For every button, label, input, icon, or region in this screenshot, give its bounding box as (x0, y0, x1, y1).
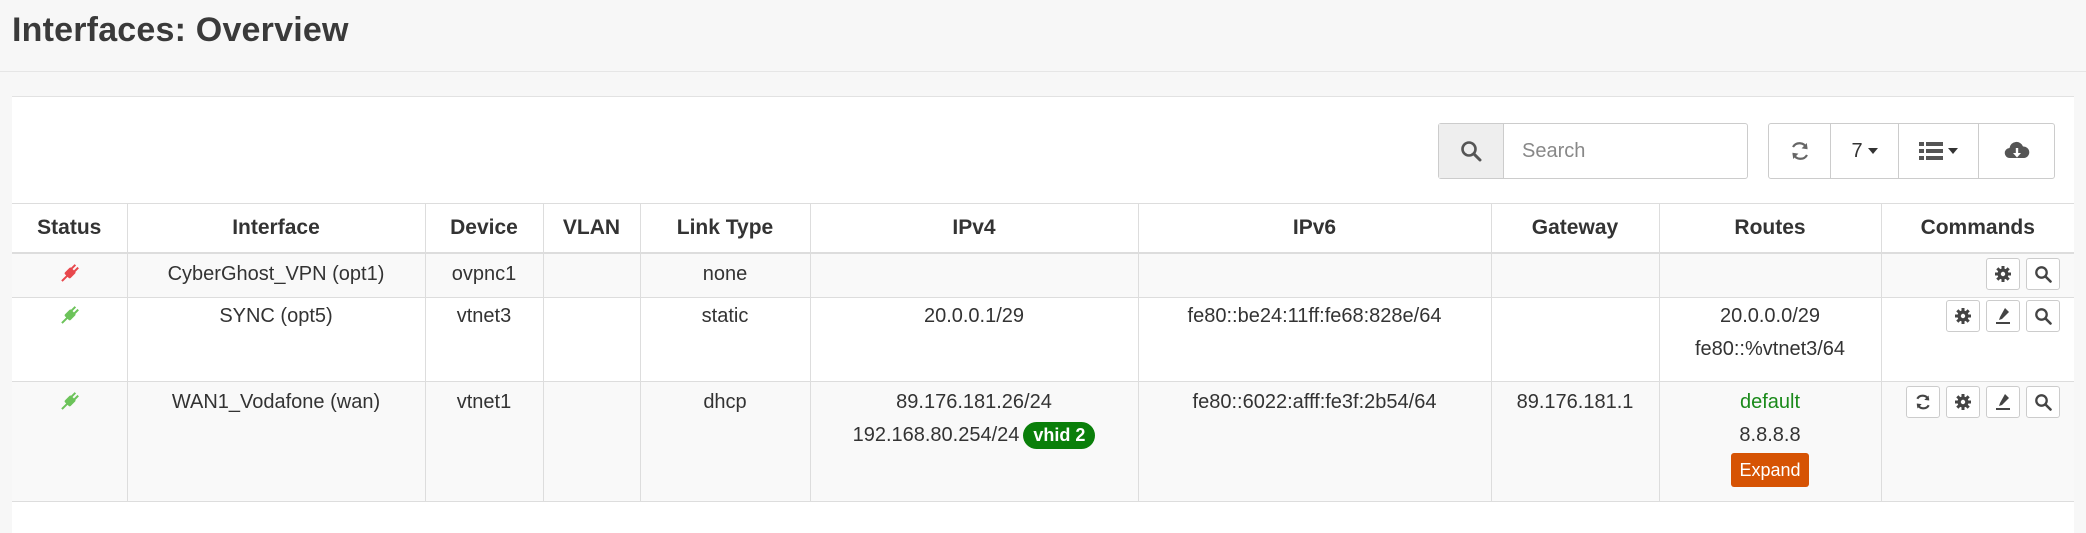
table-header-row: Status Interface Device VLAN Link Type I… (12, 203, 2074, 254)
page-title: Interfaces: Overview (12, 11, 349, 49)
column-header-vlan[interactable]: VLAN (543, 203, 641, 254)
ipv4-secondary-address: 192.168.80.254/24 (852, 424, 1020, 446)
gateway-cell (1491, 253, 1660, 298)
search-icon (2035, 266, 2052, 283)
vhid-badge: vhid 2 (1023, 422, 1096, 450)
link-type-cell: static (640, 297, 811, 382)
expand-routes-button[interactable]: Expand (1731, 453, 1809, 487)
reload-button[interactable] (1906, 386, 1940, 418)
column-header-commands[interactable]: Commands (1881, 203, 2074, 254)
table-row[interactable]: WAN1_Vodafone (wan) vtnet1 dhcp 89.176.1… (12, 381, 2074, 502)
interfaces-panel: 7 (12, 96, 2074, 533)
refresh-icon (1916, 394, 1930, 410)
settings-button[interactable] (1946, 300, 1980, 332)
details-button[interactable] (2026, 258, 2060, 290)
cloud-download-icon (2004, 141, 2029, 159)
route-entry: 20.0.0.0/29 (1719, 305, 1821, 327)
link-type-cell: none (640, 253, 811, 298)
eraser-icon (1996, 308, 2010, 324)
column-header-ipv6[interactable]: IPv6 (1138, 203, 1492, 254)
gateway-cell: 89.176.181.1 (1491, 381, 1660, 502)
export-button[interactable] (1979, 124, 2054, 178)
device-cell: vtnet3 (425, 297, 544, 382)
commands-cell (1881, 381, 2074, 502)
column-header-ipv4[interactable]: IPv4 (810, 203, 1139, 254)
list-icon (1919, 142, 1943, 160)
ipv6-cell (1138, 253, 1492, 298)
vlan-cell (543, 381, 641, 502)
columns-dropdown[interactable] (1899, 124, 1979, 178)
device-cell: vtnet1 (425, 381, 544, 502)
gear-icon (1955, 394, 1971, 410)
column-header-routes[interactable]: Routes (1659, 203, 1882, 254)
routes-cell (1659, 253, 1882, 298)
table-row[interactable]: CyberGhost_VPN (opt1) ovpnc1 none (12, 253, 2074, 298)
ipv6-cell: fe80::6022:afff:fe3f:2b54/64 (1138, 381, 1492, 502)
chevron-down-icon (1948, 148, 1958, 154)
device-cell: ovpnc1 (425, 253, 544, 298)
interfaces-table: Status Interface Device VLAN Link Type I… (12, 203, 2074, 502)
grid-actions: 7 (1768, 123, 2055, 179)
chevron-down-icon (1867, 148, 1878, 154)
column-header-status[interactable]: Status (12, 203, 128, 254)
commands-cell (1881, 297, 2074, 382)
gear-icon (1995, 266, 2011, 282)
search-icon (2035, 308, 2052, 325)
ipv4-cell (810, 253, 1139, 298)
routes-cell: default 8.8.8.8 Expand (1659, 381, 1882, 502)
plug-icon (61, 392, 80, 410)
search-icon[interactable] (1439, 124, 1504, 178)
status-cell (12, 381, 128, 502)
column-header-device[interactable]: Device (425, 203, 544, 254)
gear-icon (1955, 308, 1971, 324)
plug-icon (61, 306, 80, 324)
page-size-dropdown[interactable]: 7 (1831, 124, 1899, 178)
settings-button[interactable] (1946, 386, 1980, 418)
table-row[interactable]: SYNC (opt5) vtnet3 static 20.0.0.1/29 fe… (12, 297, 2074, 382)
grid-toolbar: 7 (12, 97, 2074, 203)
route-default: default (1739, 391, 1801, 413)
commands-cell (1881, 253, 2074, 298)
column-header-interface[interactable]: Interface (127, 203, 426, 254)
flush-button[interactable] (1986, 300, 2020, 332)
vlan-cell (543, 253, 641, 298)
flush-button[interactable] (1986, 386, 2020, 418)
column-header-gateway[interactable]: Gateway (1491, 203, 1660, 254)
ipv4-cell: 89.176.181.26/24 192.168.80.254/24 vhid 2 (810, 381, 1139, 502)
route-entry: fe80::%vtnet3/64 (1694, 338, 1846, 360)
gateway-cell (1491, 297, 1660, 382)
eraser-icon (1996, 394, 2010, 410)
refresh-icon (1791, 142, 1808, 160)
page-size-value: 7 (1851, 139, 1863, 162)
refresh-button[interactable] (1769, 124, 1831, 178)
page-header: Interfaces: Overview (0, 0, 2086, 72)
search-input[interactable] (1504, 124, 1744, 178)
settings-button[interactable] (1986, 258, 2020, 290)
ipv4-address: 89.176.181.26/24 (896, 391, 1052, 413)
search-icon (2035, 394, 2052, 411)
search-group (1438, 123, 1748, 179)
route-entry: 8.8.8.8 (1739, 424, 1801, 446)
interface-cell: WAN1_Vodafone (wan) (127, 381, 426, 502)
interface-cell: CyberGhost_VPN (opt1) (127, 253, 426, 298)
link-type-cell: dhcp (640, 381, 811, 502)
vlan-cell (543, 297, 641, 382)
details-button[interactable] (2026, 386, 2060, 418)
plug-icon (61, 264, 80, 282)
status-cell (12, 253, 128, 298)
column-header-link-type[interactable]: Link Type (640, 203, 811, 254)
status-cell (12, 297, 128, 382)
details-button[interactable] (2026, 300, 2060, 332)
ipv4-secondary-line: 192.168.80.254/24 vhid 2 (815, 419, 1134, 452)
ipv4-cell: 20.0.0.1/29 (810, 297, 1139, 382)
interface-cell: SYNC (opt5) (127, 297, 426, 382)
ipv6-cell: fe80::be24:11ff:fe68:828e/64 (1138, 297, 1492, 382)
routes-cell: 20.0.0.0/29 fe80::%vtnet3/64 (1659, 297, 1882, 382)
